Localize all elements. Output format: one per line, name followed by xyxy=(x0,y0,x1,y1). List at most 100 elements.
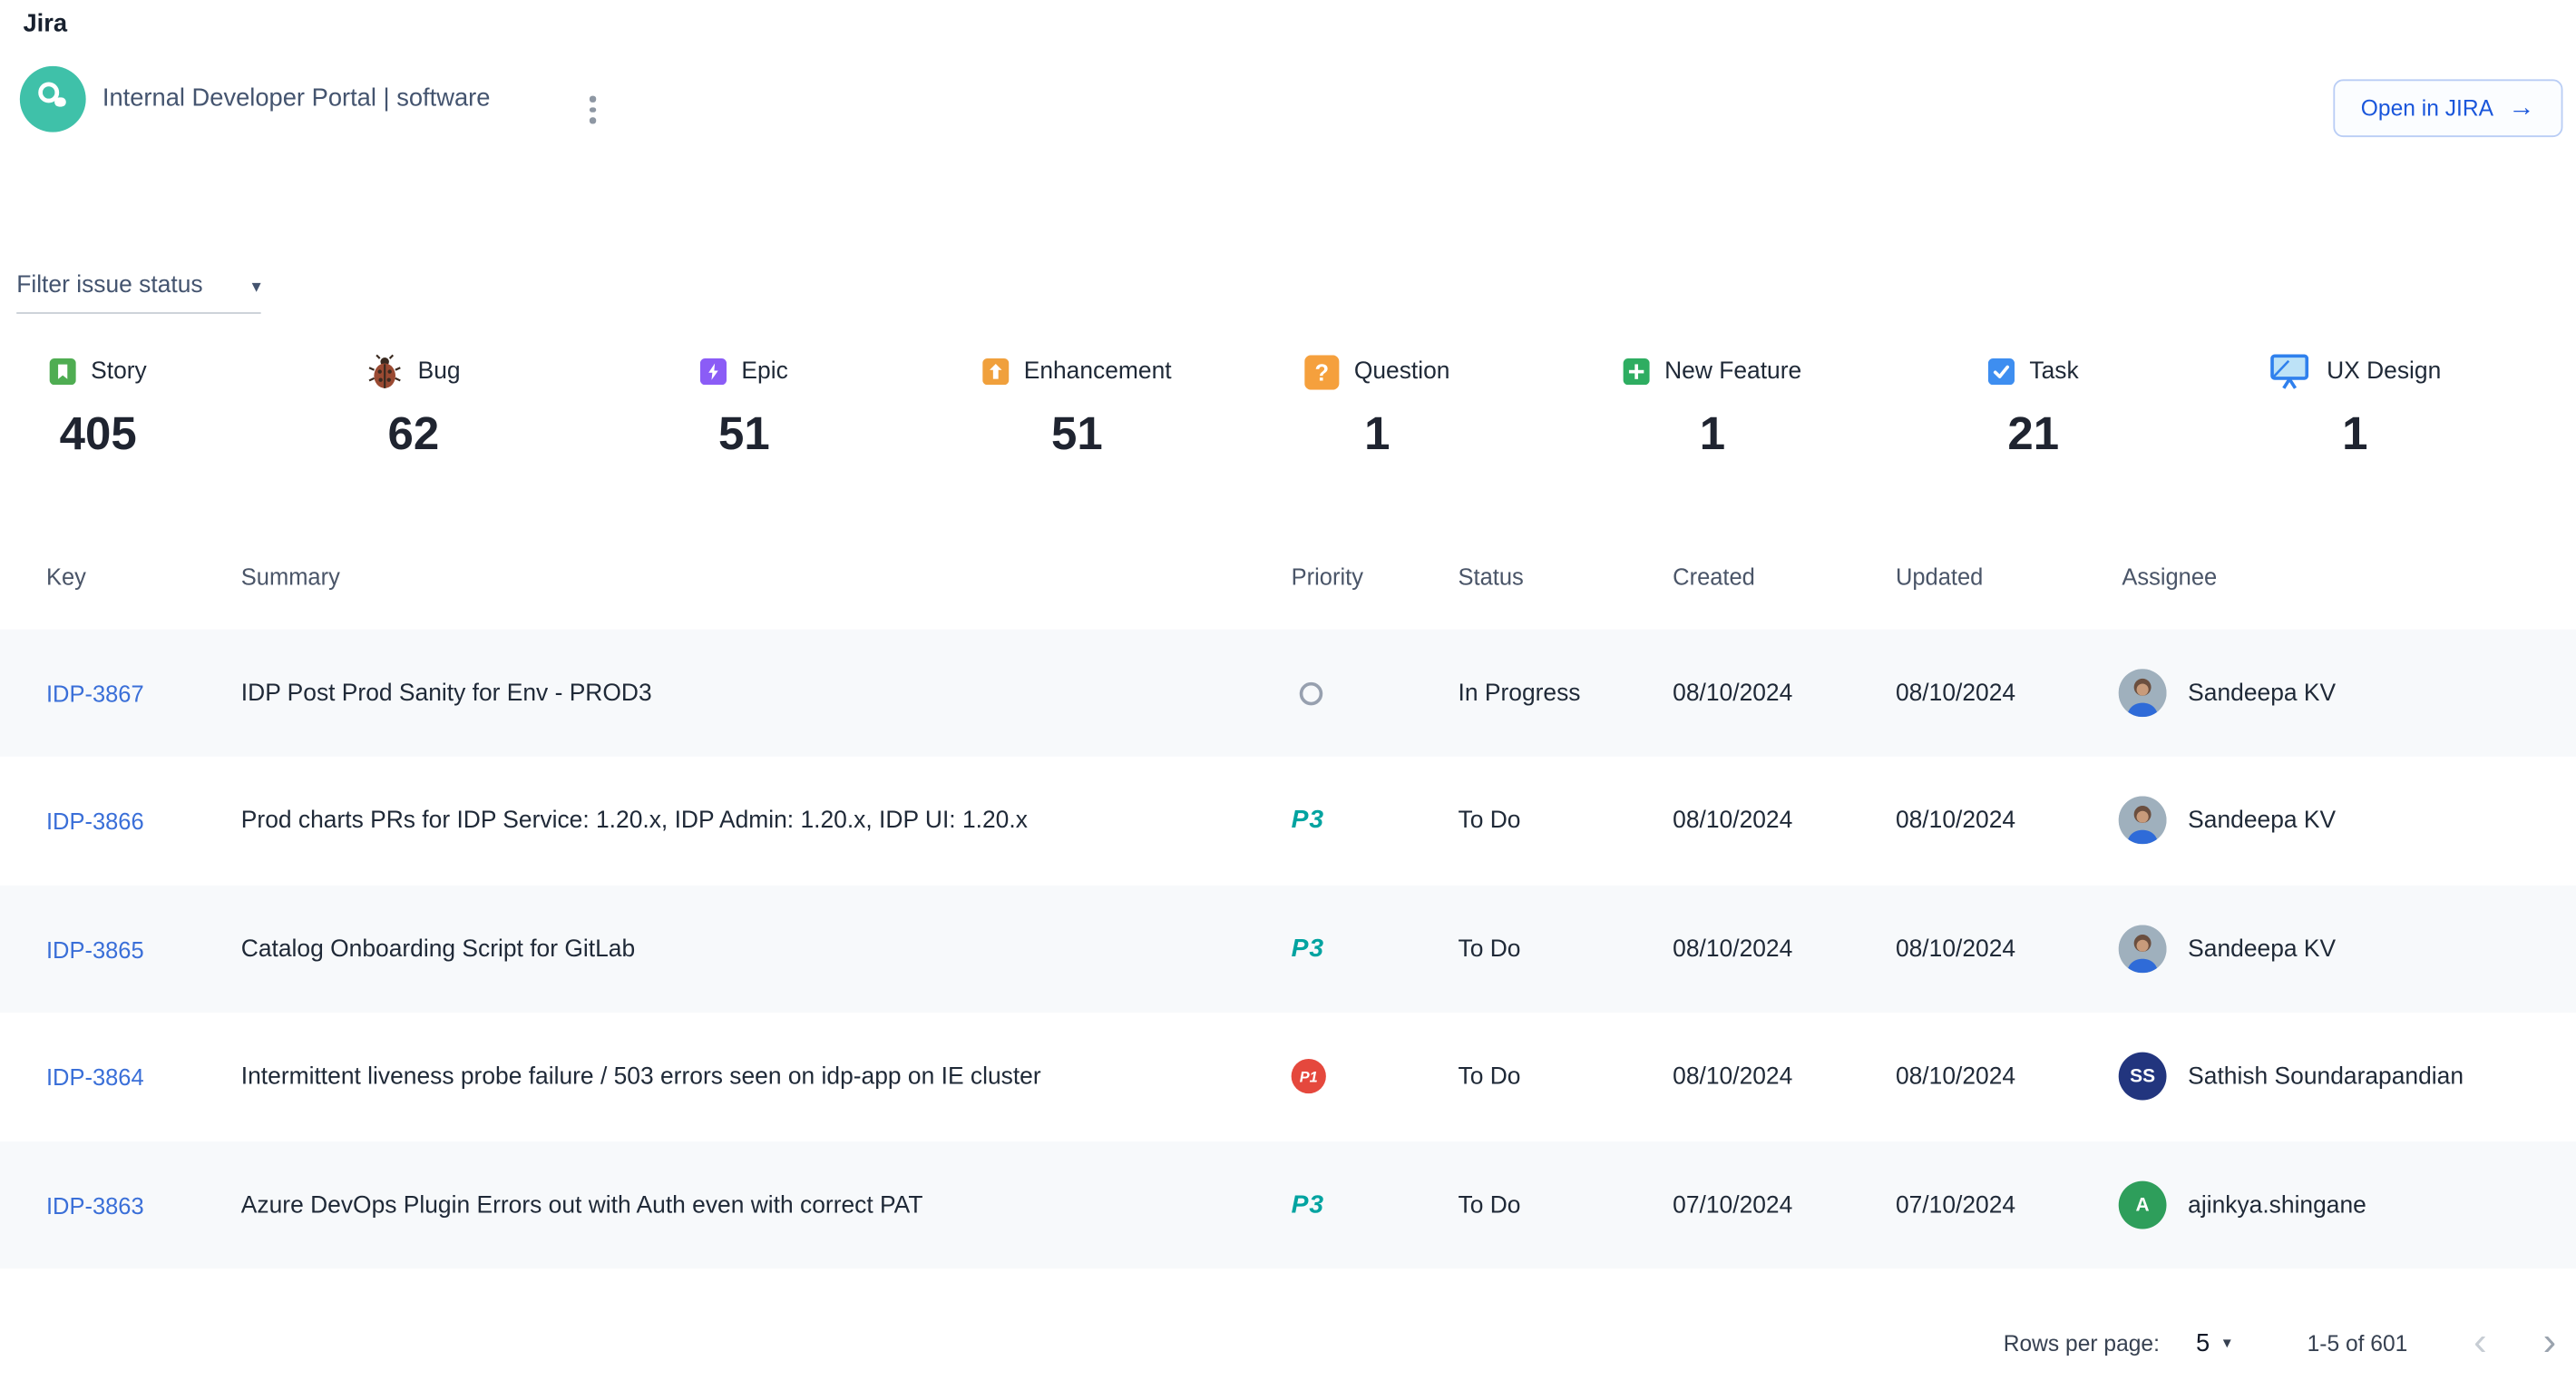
issue-created: 07/10/2024 xyxy=(1673,1141,1878,1268)
stat-task: Task 21 xyxy=(1988,350,2079,461)
avatar xyxy=(2119,796,2167,844)
filter-issue-status-select[interactable]: Filter issue status ▾ xyxy=(16,272,260,314)
column-header-key: Key xyxy=(46,563,86,590)
pagination: Rows per page: 5 ▾ 1-5 of 601 ‹ › xyxy=(2004,1323,2566,1363)
pagination-range: 1-5 of 601 xyxy=(2308,1330,2408,1355)
story-icon xyxy=(50,358,76,385)
issue-created: 08/10/2024 xyxy=(1673,886,1878,1013)
stat-count: 21 xyxy=(1988,408,2079,461)
stat-label: Task xyxy=(2029,358,2078,385)
table-row: IDP-3866 Prod charts PRs for IDP Service… xyxy=(0,757,2576,884)
assignee-name: Sandeepa KV xyxy=(2188,935,2336,962)
new-feature-icon xyxy=(1624,358,1650,385)
stat-count: 62 xyxy=(366,408,460,461)
previous-page-button[interactable]: ‹ xyxy=(2464,1323,2496,1363)
stat-story: Story 405 xyxy=(50,350,147,461)
table-row: IDP-3865 Catalog Onboarding Script for G… xyxy=(0,886,2576,1013)
rows-per-page-label: Rows per page: xyxy=(2004,1330,2160,1355)
assignee-name: ajinkya.shingane xyxy=(2188,1192,2366,1219)
issue-status: In Progress xyxy=(1459,630,1664,757)
column-header-updated: Updated xyxy=(1896,563,1983,590)
issue-key-link[interactable]: IDP-3864 xyxy=(46,1063,144,1090)
assignee-name: Sandeepa KV xyxy=(2188,680,2336,706)
stat-label: Story xyxy=(91,358,147,385)
stat-new-feature: New Feature 1 xyxy=(1624,350,1802,461)
stat-label: New Feature xyxy=(1664,358,1801,385)
avatar xyxy=(2119,925,2167,973)
issue-status: To Do xyxy=(1459,1141,1664,1268)
stat-label: Epic xyxy=(741,358,787,385)
stat-label: Question xyxy=(1354,358,1450,385)
issue-summary: Azure DevOps Plugin Errors out with Auth… xyxy=(241,1141,1273,1268)
issue-status: To Do xyxy=(1459,886,1664,1013)
stat-label: Bug xyxy=(418,358,461,385)
column-header-summary: Summary xyxy=(241,563,340,590)
project-name: Internal Developer Portal | software xyxy=(102,84,491,113)
column-header-assignee: Assignee xyxy=(2122,563,2217,590)
task-icon xyxy=(1988,358,2015,385)
issue-updated: 07/10/2024 xyxy=(1896,1141,2101,1268)
open-in-jira-label: Open in JIRA xyxy=(2361,96,2493,121)
priority-p3-icon: P3 xyxy=(1292,806,1324,836)
question-icon: ? xyxy=(1304,355,1339,389)
avatar: A xyxy=(2119,1181,2167,1229)
stat-question: ? Question 1 xyxy=(1304,350,1449,461)
project-avatar xyxy=(20,66,86,132)
issue-key-link[interactable]: IDP-3865 xyxy=(46,935,144,962)
issue-summary: Catalog Onboarding Script for GitLab xyxy=(241,886,1273,1013)
issue-created: 08/10/2024 xyxy=(1673,630,1878,757)
chevron-down-icon: ▾ xyxy=(252,275,261,297)
issue-updated: 08/10/2024 xyxy=(1896,886,2101,1013)
next-page-button[interactable]: › xyxy=(2533,1323,2566,1363)
ux-design-icon xyxy=(2269,352,2311,392)
table-row: IDP-3863 Azure DevOps Plugin Errors out … xyxy=(0,1141,2576,1268)
epic-icon xyxy=(700,358,727,385)
bug-icon xyxy=(366,354,403,390)
chevron-down-icon: ▾ xyxy=(2223,1334,2231,1352)
table-header: Key Summary Priority Status Created Upda… xyxy=(0,563,2576,596)
stat-label: UX Design xyxy=(2327,358,2441,385)
avatar xyxy=(2119,669,2167,717)
assignee-name: Sathish Soundarapandian xyxy=(2188,1063,2464,1090)
open-in-jira-button[interactable]: Open in JIRA → xyxy=(2333,79,2563,137)
arrow-right-icon: → xyxy=(2508,93,2534,123)
stat-enhancement: Enhancement 51 xyxy=(982,350,1171,461)
priority-p1-icon: P1 xyxy=(1292,1059,1326,1093)
issue-key-link[interactable]: IDP-3863 xyxy=(46,1192,144,1219)
page-title: Jira xyxy=(23,10,67,38)
stat-ux-design: UX Design 1 xyxy=(2269,350,2441,461)
stat-count: 1 xyxy=(1304,408,1449,461)
kebab-menu-icon[interactable] xyxy=(583,93,603,126)
issue-updated: 08/10/2024 xyxy=(1896,757,2101,884)
column-header-created: Created xyxy=(1673,563,1755,590)
column-header-status: Status xyxy=(1459,563,1524,590)
stat-count: 51 xyxy=(700,408,788,461)
issue-summary: IDP Post Prod Sanity for Env - PROD3 xyxy=(241,630,1273,757)
table-row: IDP-3864 Intermittent liveness probe fai… xyxy=(0,1013,2576,1140)
issue-updated: 08/10/2024 xyxy=(1896,1013,2101,1140)
rows-per-page-value: 5 xyxy=(2196,1329,2210,1357)
project-logo-icon xyxy=(33,75,73,123)
stat-count: 1 xyxy=(2269,408,2441,461)
enhancement-icon xyxy=(982,358,1009,385)
stat-count: 1 xyxy=(1624,408,1802,461)
issue-summary: Prod charts PRs for IDP Service: 1.20.x,… xyxy=(241,757,1273,884)
table-row: IDP-3867 IDP Post Prod Sanity for Env - … xyxy=(0,630,2576,757)
issue-key-link[interactable]: IDP-3866 xyxy=(46,807,144,833)
priority-none-icon xyxy=(1300,681,1322,704)
issue-created: 08/10/2024 xyxy=(1673,757,1878,884)
column-header-priority: Priority xyxy=(1292,563,1363,590)
rows-per-page-select[interactable]: 5 ▾ xyxy=(2196,1329,2231,1357)
issue-status: To Do xyxy=(1459,1013,1664,1140)
assignee-name: Sandeepa KV xyxy=(2188,807,2336,833)
issue-key-link[interactable]: IDP-3867 xyxy=(46,680,144,706)
issue-status: To Do xyxy=(1459,757,1664,884)
stat-bug: Bug 62 xyxy=(366,350,460,461)
jira-plugin-card: Jira Internal Developer Portal | softwar… xyxy=(0,0,2576,1381)
filter-issue-status-label: Filter issue status xyxy=(16,272,202,299)
stat-count: 51 xyxy=(982,408,1171,461)
avatar: SS xyxy=(2119,1053,2167,1101)
issue-updated: 08/10/2024 xyxy=(1896,630,2101,757)
priority-p3-icon: P3 xyxy=(1292,935,1324,965)
issue-summary: Intermittent liveness probe failure / 50… xyxy=(241,1013,1273,1140)
